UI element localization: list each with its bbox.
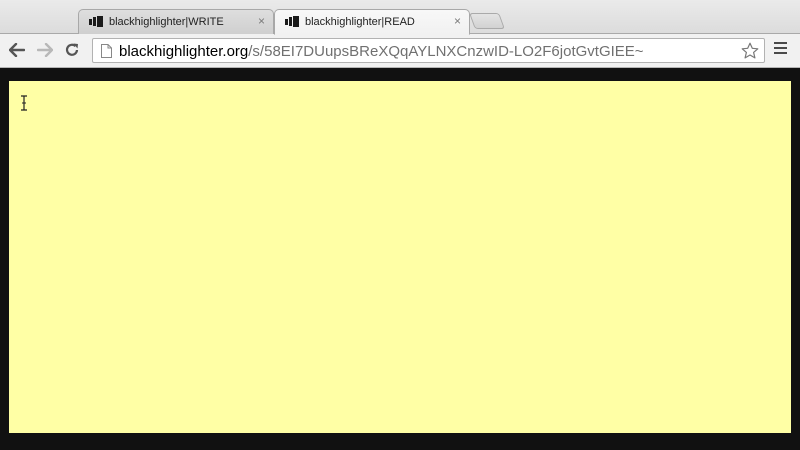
browser-toolbar: blackhighlighter.org/s/58EI7DUupsBReXQqA… [0, 34, 800, 68]
new-tab-button[interactable] [469, 13, 505, 29]
browser-window: blackhighlighter|WRITE × blackhighlighte… [0, 0, 800, 450]
star-icon [741, 42, 759, 59]
tab-read[interactable]: blackhighlighter|READ × [274, 9, 470, 35]
close-icon[interactable]: × [258, 14, 265, 28]
back-button[interactable] [7, 40, 27, 60]
note-area[interactable] [9, 81, 791, 433]
close-icon[interactable]: × [454, 14, 461, 28]
url-text[interactable]: blackhighlighter.org/s/58EI7DUupsBReXQqA… [119, 43, 644, 60]
arrow-left-icon [9, 43, 25, 57]
reload-icon [65, 43, 79, 56]
address-bar[interactable]: blackhighlighter.org/s/58EI7DUupsBReXQqA… [92, 38, 765, 63]
tab-title: blackhighlighter|WRITE [109, 16, 224, 28]
url-path: /s/58EI7DUupsBReXQqAYLNXCnzwID-LO2F6jotG… [248, 43, 644, 60]
hamburger-menu-icon[interactable] [774, 42, 790, 60]
tab-strip: blackhighlighter|WRITE × blackhighlighte… [0, 0, 800, 35]
tab-write[interactable]: blackhighlighter|WRITE × [78, 9, 274, 34]
arrow-right-icon [37, 43, 53, 57]
blackhighlighter-logo-icon [89, 16, 105, 27]
page-icon [101, 44, 112, 58]
page-content [0, 68, 800, 450]
text-cursor-icon [21, 95, 27, 111]
url-host: blackhighlighter.org [119, 43, 249, 60]
tab-title: blackhighlighter|READ [305, 16, 415, 28]
reload-button[interactable] [62, 40, 82, 60]
forward-button[interactable] [35, 40, 55, 60]
blackhighlighter-logo-icon [285, 16, 301, 27]
bookmark-button[interactable] [740, 41, 760, 61]
